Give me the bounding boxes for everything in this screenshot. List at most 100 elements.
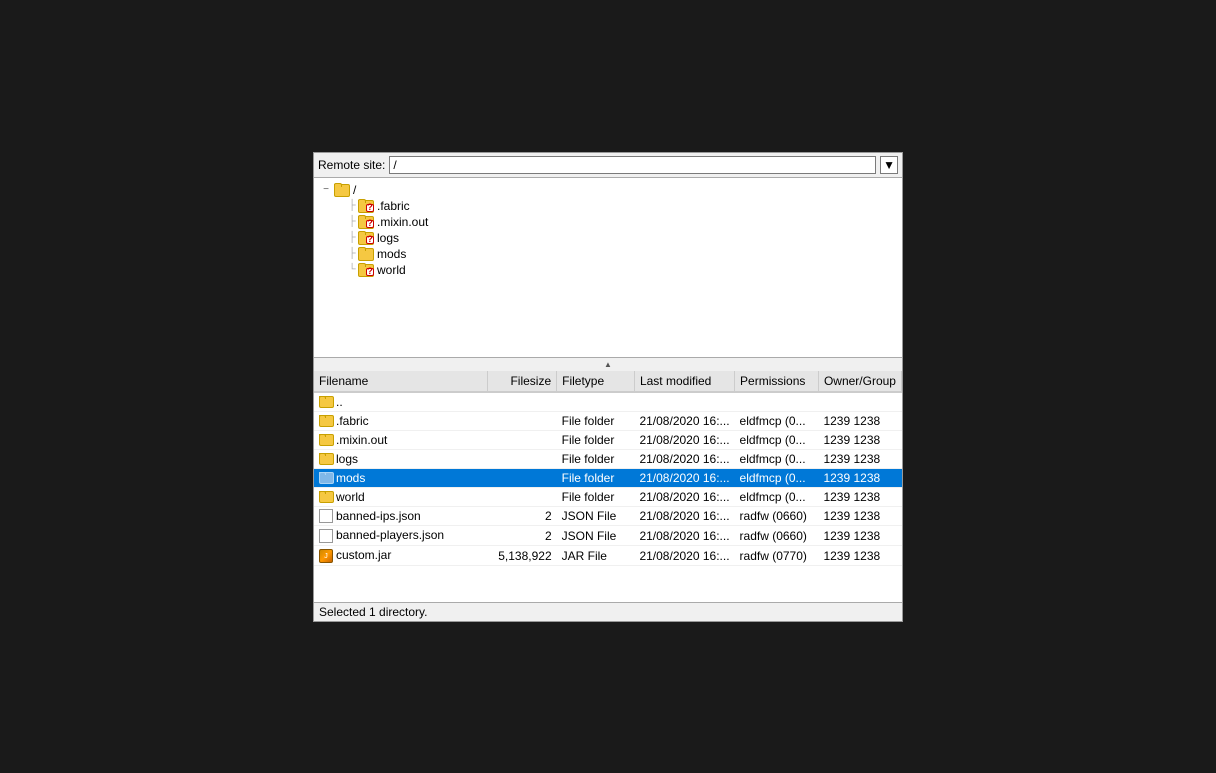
divider-arrow[interactable]: ▲ xyxy=(314,358,902,371)
cell-filetype: JSON File xyxy=(557,506,635,526)
cell-lastmod xyxy=(634,392,734,412)
cell-perms: eldfmcp (0... xyxy=(735,487,819,506)
table-row[interactable]: .. xyxy=(314,392,902,412)
cell-owner: 1239 1238 xyxy=(818,487,901,506)
cell-lastmod: 21/08/2020 16:... xyxy=(634,449,734,468)
table-row[interactable]: Jcustom.jar5,138,922JAR File21/08/2020 1… xyxy=(314,546,902,566)
table-row[interactable]: .mixin.outFile folder21/08/2020 16:...el… xyxy=(314,430,902,449)
tree-label-mods: mods xyxy=(377,247,406,261)
cell-filesize xyxy=(488,487,557,506)
tree-item-mixin[interactable]: ├ ? .mixin.out xyxy=(318,214,898,230)
tree-item-world[interactable]: └ ? world xyxy=(318,262,898,278)
cell-perms: radfw (0660) xyxy=(735,506,819,526)
table-row[interactable]: banned-players.json 2JSON File21/08/2020 … xyxy=(314,526,902,546)
tree-item-logs[interactable]: ├ ? logs xyxy=(318,230,898,246)
cell-owner: 1239 1238 xyxy=(818,430,901,449)
tree-label-mixin: .mixin.out xyxy=(377,215,428,229)
cell-filesize xyxy=(488,449,557,468)
small-folder-icon xyxy=(319,453,333,465)
cell-perms: eldfmcp (0... xyxy=(735,411,819,430)
filename-text: logs xyxy=(336,452,358,466)
tree-label-world: world xyxy=(377,263,406,277)
cell-filetype: JSON File xyxy=(557,526,635,546)
cell-perms: eldfmcp (0... xyxy=(735,449,819,468)
cell-filetype: File folder xyxy=(557,487,635,506)
question-badge-world: ? xyxy=(366,268,374,276)
cell-filetype: File folder xyxy=(557,411,635,430)
tree-label-fabric: .fabric xyxy=(377,199,410,213)
tree-label-root: / xyxy=(353,183,356,197)
filename-text: world xyxy=(336,490,365,504)
remote-panel: Remote site: ▼ − / ├ ? .fabric ├ ? .mixi… xyxy=(313,152,903,622)
cell-filetype: File folder xyxy=(557,430,635,449)
folder-icon-mixin: ? xyxy=(358,215,374,229)
connector-world: └ xyxy=(346,264,358,275)
cell-filename: .fabric xyxy=(314,411,488,430)
filename-text: .mixin.out xyxy=(336,433,387,447)
cell-filename: mods xyxy=(314,468,488,487)
small-folder-icon xyxy=(319,491,333,503)
cell-owner: 1239 1238 xyxy=(818,449,901,468)
cell-lastmod: 21/08/2020 16:... xyxy=(634,468,734,487)
cell-filetype: File folder xyxy=(557,468,635,487)
filename-text: .. xyxy=(336,395,343,409)
cell-owner: 1239 1238 xyxy=(818,546,901,566)
cell-filename: banned-players.json xyxy=(314,526,488,546)
question-badge-fabric: ? xyxy=(366,204,374,212)
file-icon xyxy=(319,529,333,543)
jar-icon: J xyxy=(319,549,333,563)
cell-perms xyxy=(735,392,819,412)
cell-owner: 1239 1238 xyxy=(818,411,901,430)
tree-item-root[interactable]: − / xyxy=(318,182,898,198)
connector-fabric: ├ xyxy=(346,200,358,211)
cell-lastmod: 21/08/2020 16:... xyxy=(634,546,734,566)
table-row[interactable]: worldFile folder21/08/2020 16:...eldfmcp… xyxy=(314,487,902,506)
col-header-perms[interactable]: Permissions xyxy=(735,371,819,392)
filename-text: banned-players.json xyxy=(336,528,444,542)
cell-filetype xyxy=(557,392,635,412)
col-header-filesize[interactable]: Filesize xyxy=(488,371,557,392)
parent-folder-icon xyxy=(319,396,333,408)
table-header-row: Filename Filesize Filetype Last modified… xyxy=(314,371,902,392)
table-row[interactable]: logs File folder21/08/2020 16:...eldfmcp … xyxy=(314,449,902,468)
remote-site-dropdown[interactable]: ▼ xyxy=(880,156,898,174)
cell-filesize xyxy=(488,411,557,430)
cell-owner: 1239 1238 xyxy=(818,506,901,526)
filename-text: .fabric xyxy=(336,414,369,428)
connector-logs: ├ xyxy=(346,232,358,243)
cell-filesize xyxy=(488,430,557,449)
table-row[interactable]: banned-ips.json2JSON File21/08/2020 16:.… xyxy=(314,506,902,526)
cell-filename: banned-ips.json xyxy=(314,506,488,526)
cell-filesize: 2 xyxy=(488,526,557,546)
cell-filesize: 2 xyxy=(488,506,557,526)
col-header-owner[interactable]: Owner/Group xyxy=(818,371,901,392)
folder-icon-world: ? xyxy=(358,263,374,277)
cell-lastmod: 21/08/2020 16:... xyxy=(634,411,734,430)
cell-owner: 1239 1238 xyxy=(818,468,901,487)
cell-filetype: File folder xyxy=(557,449,635,468)
cell-filesize: 5,138,922 xyxy=(488,546,557,566)
col-header-lastmod[interactable]: Last modified xyxy=(634,371,734,392)
status-bar: Selected 1 directory. xyxy=(314,602,902,621)
small-folder-icon xyxy=(319,415,333,427)
folder-icon-root xyxy=(334,183,350,197)
cell-lastmod: 21/08/2020 16:... xyxy=(634,526,734,546)
cell-filesize xyxy=(488,392,557,412)
connector-mods: ├ xyxy=(346,248,358,259)
cell-filesize xyxy=(488,468,557,487)
tree-item-mods[interactable]: ├ mods xyxy=(318,246,898,262)
table-row[interactable]: .fabric File folder21/08/2020 16:...eldfm… xyxy=(314,411,902,430)
file-table: Filename Filesize Filetype Last modified… xyxy=(314,371,902,566)
table-row[interactable]: modsFile folder21/08/2020 16:...eldfmcp … xyxy=(314,468,902,487)
remote-site-input[interactable] xyxy=(389,156,876,174)
tree-item-fabric[interactable]: ├ ? .fabric xyxy=(318,198,898,214)
cell-filename: world xyxy=(314,487,488,506)
col-header-filename[interactable]: Filename xyxy=(314,371,488,392)
filename-text: banned-ips.json xyxy=(336,509,421,523)
remote-site-bar: Remote site: ▼ xyxy=(314,153,902,178)
expand-root-icon[interactable]: − xyxy=(318,184,334,195)
cell-filename: Jcustom.jar xyxy=(314,546,488,566)
cell-lastmod: 21/08/2020 16:... xyxy=(634,430,734,449)
col-header-filetype[interactable]: Filetype xyxy=(557,371,635,392)
folder-icon-fabric: ? xyxy=(358,199,374,213)
